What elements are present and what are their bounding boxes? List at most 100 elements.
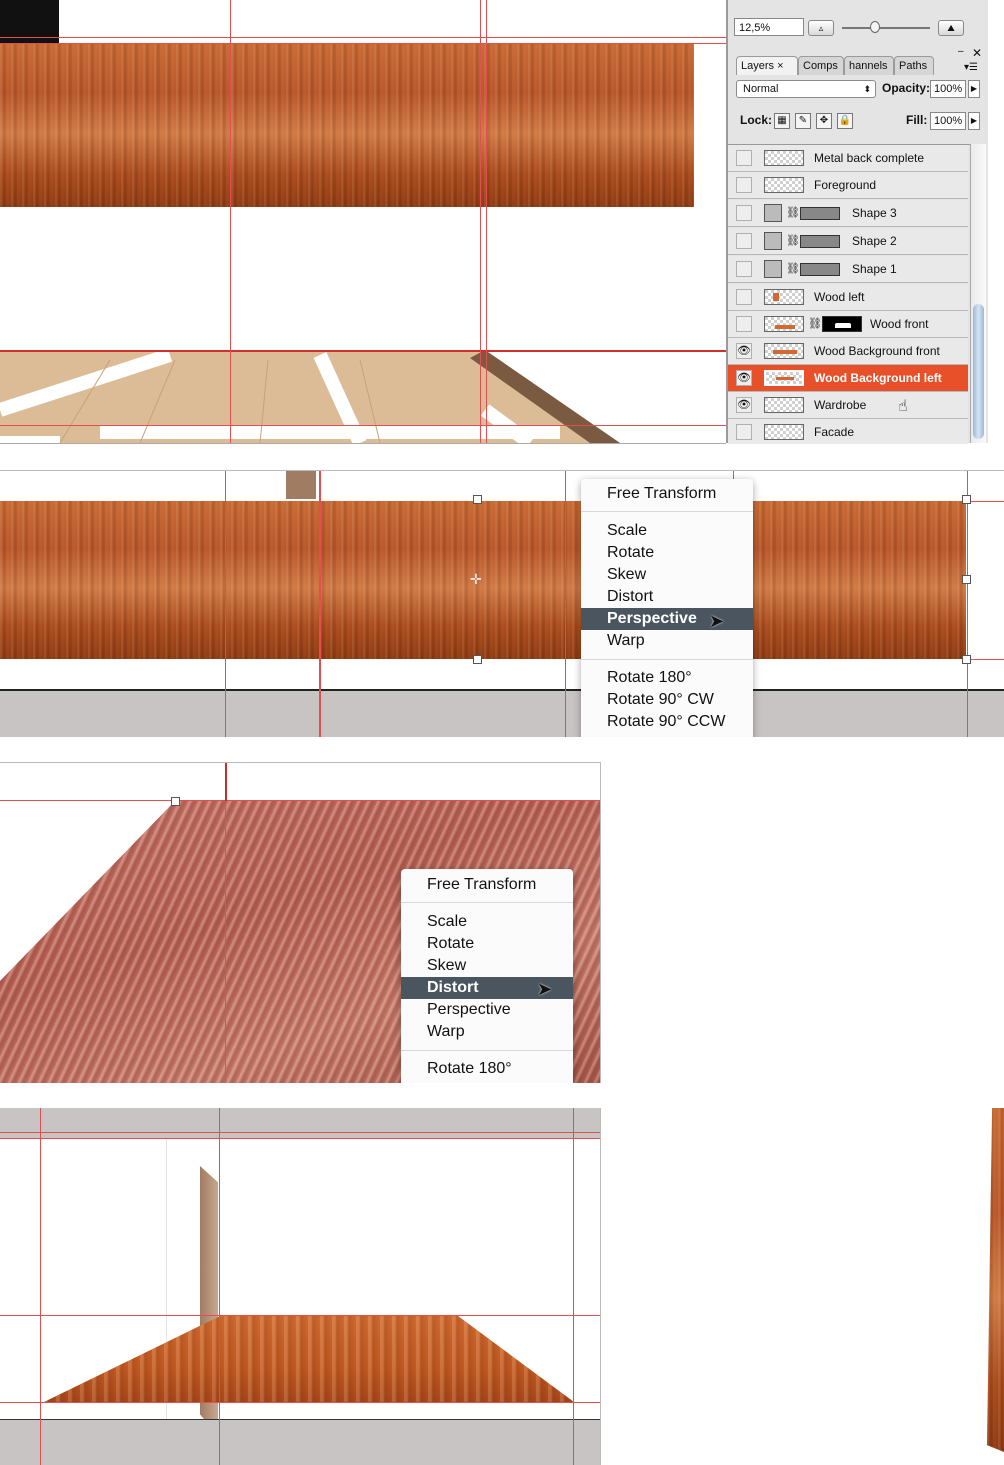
- menu-item-distort[interactable]: Distort: [581, 586, 753, 608]
- zoom-slider[interactable]: [842, 27, 930, 29]
- visibility-toggle[interactable]: [736, 177, 752, 193]
- blend-mode-select[interactable]: Normal ⬍: [736, 80, 876, 98]
- menu-item-free-transform[interactable]: Free Transform: [401, 874, 573, 896]
- fill-arrow-icon[interactable]: ▶: [968, 112, 980, 130]
- layer-row-selected[interactable]: 👁 Wood Background left: [728, 365, 968, 392]
- zoom-in-button[interactable]: ⛰: [938, 20, 964, 36]
- layer-name: Shape 3: [852, 206, 897, 220]
- layer-row[interactable]: 👁 Wardrobe ☝: [728, 392, 968, 419]
- menu-item-rotate[interactable]: Rotate: [581, 542, 753, 564]
- scrollbar-thumb[interactable]: [973, 304, 984, 439]
- wood-floor[interactable]: [44, 1316, 574, 1402]
- menu-item-rotate-90-cw[interactable]: Rotate 90° CW: [581, 689, 753, 711]
- guide-h: [0, 425, 726, 426]
- gray-band-bottom: [0, 1419, 600, 1465]
- lock-move-icon[interactable]: ✥: [816, 113, 832, 129]
- menu-item-scale[interactable]: Scale: [401, 911, 573, 933]
- tab-channels[interactable]: hannels: [844, 56, 894, 75]
- shape-thumbnail: [764, 260, 782, 278]
- transform-handle[interactable]: [962, 575, 971, 584]
- lock-all-icon[interactable]: 🔒: [837, 113, 853, 129]
- menu-separator: [401, 902, 573, 903]
- visibility-toggle[interactable]: [736, 316, 752, 332]
- wood-wall-strip[interactable]: [0, 44, 694, 207]
- layer-row[interactable]: ⛓ Wood front: [728, 311, 968, 338]
- visibility-toggle[interactable]: [736, 150, 752, 166]
- guide-v: [225, 801, 226, 1083]
- opacity-field[interactable]: 100%: [930, 80, 966, 98]
- tab-layers[interactable]: Layers ×: [736, 56, 798, 75]
- transform-handle[interactable]: [473, 495, 482, 504]
- layer-name: Wood front: [870, 317, 929, 331]
- context-menu-perspective: Free Transform Scale Rotate Skew Distort…: [581, 479, 753, 737]
- tab-comps[interactable]: Comps: [798, 56, 844, 75]
- visibility-toggle[interactable]: 👁: [736, 370, 752, 386]
- transform-handle[interactable]: [962, 495, 971, 504]
- vector-mask-thumbnail: [800, 207, 840, 220]
- blend-mode-value: Normal: [743, 83, 779, 95]
- transform-handle[interactable]: [171, 797, 180, 806]
- lock-paint-icon[interactable]: ✎: [795, 113, 811, 129]
- guide-h: [0, 1132, 600, 1133]
- minimize-icon[interactable]: –: [958, 46, 964, 57]
- layer-row[interactable]: ⛓ Shape 1: [728, 256, 968, 283]
- menu-item-rotate-90-ccw[interactable]: Rotate 90° CCW: [581, 711, 753, 733]
- transform-handle[interactable]: [962, 655, 971, 664]
- tab-paths[interactable]: Paths: [894, 56, 934, 75]
- tab-label: Layers: [741, 60, 775, 72]
- zoom-field[interactable]: 12,5%: [734, 18, 804, 36]
- menu-item-perspective[interactable]: Perspective: [401, 999, 573, 1021]
- guide-v: [219, 1108, 220, 1465]
- gray-band-top: [0, 1108, 600, 1138]
- layer-mask-thumbnail: [822, 316, 862, 332]
- menu-item-scale[interactable]: Scale: [581, 520, 753, 542]
- layer-thumbnail: [764, 289, 804, 305]
- menu-item-skew[interactable]: Skew: [401, 955, 573, 977]
- visibility-toggle[interactable]: [736, 289, 752, 305]
- pivot-point-icon[interactable]: ✛: [470, 571, 482, 588]
- layer-name: Wardrobe: [814, 398, 867, 412]
- zoom-out-button[interactable]: ▵: [808, 20, 834, 36]
- visibility-toggle[interactable]: 👁: [736, 397, 752, 413]
- layer-row[interactable]: Metal back complete: [728, 145, 968, 172]
- wood-wall-strip[interactable]: [0, 501, 966, 659]
- context-menu-distort: Free Transform Scale Rotate Skew Distort…: [401, 869, 573, 1083]
- layer-row[interactable]: Foreground: [728, 172, 968, 199]
- guide-v: [573, 1108, 574, 1465]
- layers-scrollbar[interactable]: [970, 144, 986, 443]
- visibility-toggle[interactable]: 👁: [736, 343, 752, 359]
- menu-item-rotate-180[interactable]: Rotate 180°: [581, 667, 753, 689]
- menu-item-warp[interactable]: Warp: [581, 630, 753, 652]
- shape-thumbnail: [764, 232, 782, 250]
- floor-lines: [0, 350, 620, 443]
- layer-row[interactable]: ⛓ Shape 3: [728, 200, 968, 227]
- zoom-slider-handle[interactable]: [870, 21, 880, 33]
- layer-row[interactable]: ⛓ Shape 2: [728, 228, 968, 255]
- link-icon: ⛓: [786, 263, 800, 275]
- menu-item-rotate-180[interactable]: Rotate 180°: [401, 1058, 573, 1080]
- guide-v: [480, 0, 481, 443]
- visibility-toggle[interactable]: [736, 233, 752, 249]
- visibility-toggle[interactable]: [736, 261, 752, 277]
- lock-transparency-icon[interactable]: ▦: [774, 113, 790, 129]
- layer-row[interactable]: Facade: [728, 419, 968, 444]
- layer-row[interactable]: 👁 Wood Background front: [728, 338, 968, 365]
- visibility-toggle[interactable]: [736, 205, 752, 221]
- panel-menu-icon[interactable]: ▾☰: [964, 62, 978, 73]
- menu-item-warp[interactable]: Warp: [401, 1021, 573, 1043]
- opacity-label: Opacity:: [882, 81, 931, 95]
- link-icon: ⛓: [808, 318, 822, 330]
- layer-row[interactable]: Wood left: [728, 284, 968, 311]
- menu-item-skew[interactable]: Skew: [581, 564, 753, 586]
- menu-item-rotate[interactable]: Rotate: [401, 933, 573, 955]
- menu-item-perspective[interactable]: Perspective: [581, 608, 753, 630]
- opacity-arrow-icon[interactable]: ▶: [968, 80, 980, 98]
- transform-handle[interactable]: [473, 655, 482, 664]
- tab-close-icon[interactable]: ×: [777, 60, 783, 72]
- close-icon[interactable]: ✕: [972, 46, 982, 60]
- guide-v: [230, 0, 231, 443]
- fill-field[interactable]: 100%: [930, 112, 966, 130]
- menu-item-free-transform[interactable]: Free Transform: [581, 483, 753, 505]
- visibility-toggle[interactable]: [736, 424, 752, 440]
- arrow-cursor-icon: ➤: [709, 611, 725, 631]
